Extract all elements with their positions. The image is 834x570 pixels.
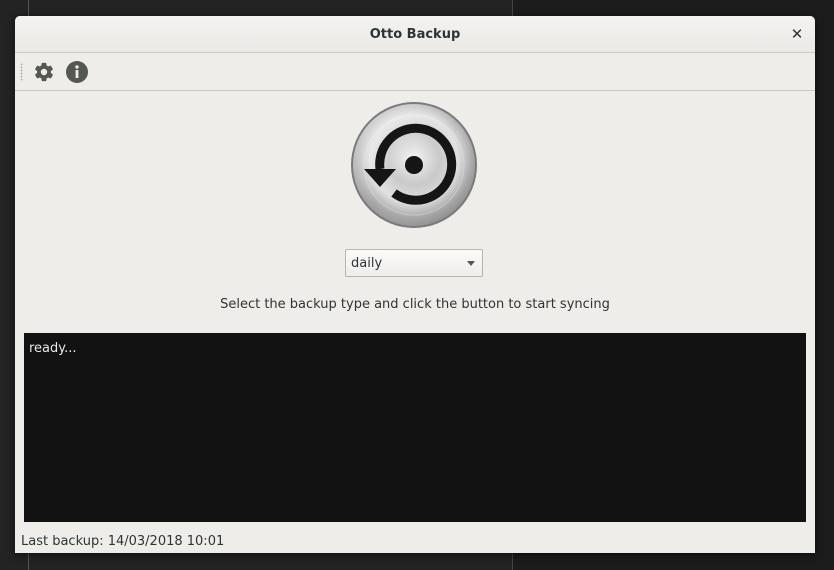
info-icon <box>66 61 88 83</box>
backup-restore-icon <box>351 102 477 228</box>
gear-icon <box>35 62 53 82</box>
last-backup-status: Last backup: 14/03/2018 10:01 <box>21 534 225 549</box>
window-title: Otto Backup <box>369 26 461 42</box>
close-button[interactable]: ✕ <box>787 24 807 44</box>
backup-type-value: daily <box>351 255 383 271</box>
toolbar-grip-handle[interactable] <box>20 63 23 81</box>
app-window: Otto Backup ✕ daily Select the backup ty… <box>15 16 815 553</box>
close-icon: ✕ <box>790 25 804 43</box>
settings-button[interactable] <box>31 59 57 85</box>
title-bar[interactable]: Otto Backup ✕ <box>15 16 815 53</box>
chevron-down-icon <box>467 261 475 266</box>
log-output[interactable]: ready... <box>24 333 806 522</box>
log-text: ready... <box>29 341 77 356</box>
instruction-text: Select the backup type and click the but… <box>220 297 610 312</box>
backup-type-select[interactable]: daily <box>345 249 483 277</box>
about-button[interactable] <box>64 59 90 85</box>
toolbar <box>15 53 815 91</box>
start-backup-button[interactable] <box>350 101 478 229</box>
